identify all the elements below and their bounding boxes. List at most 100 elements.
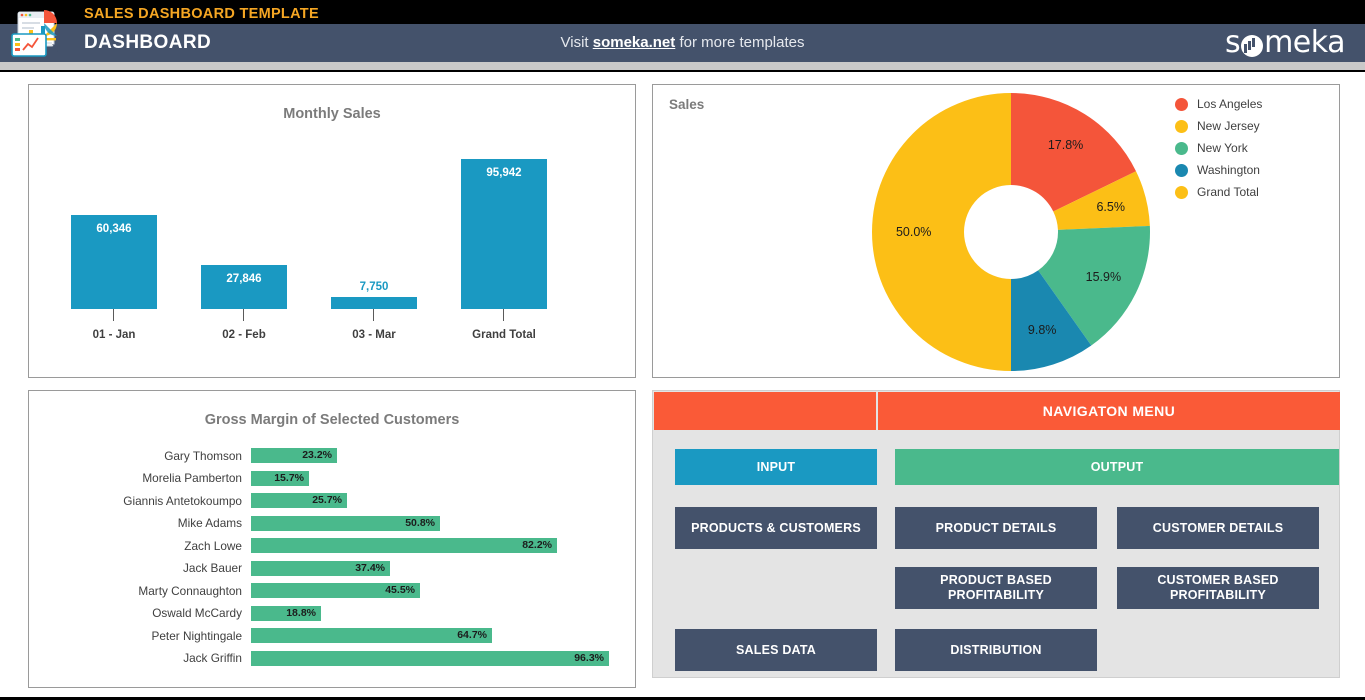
brand-text-left: s — [1224, 25, 1241, 60]
gross-margin-title: Gross Margin of Selected Customers — [204, 412, 460, 428]
legend-color-dot — [1175, 141, 1188, 155]
legend-item[interactable]: Los Angeles — [1175, 93, 1325, 115]
customer-name-label: Jack Griffin — [183, 651, 242, 665]
category-label: 03 - Mar — [352, 329, 396, 341]
sales-donut-card: Sales 17.8% 6.5% 15.9% 9.8% 50.0% Los Angele… — [652, 84, 1340, 378]
bar — [461, 159, 547, 309]
bar-row: Giannis Antetokoumpo 25.7% — [43, 492, 623, 509]
bar-value-label: 50.8% — [405, 516, 435, 529]
nav-button-distribution[interactable]: DISTRIBUTION — [895, 629, 1097, 671]
gross-margin-card: Gross Margin of Selected Customers Gary … — [28, 390, 636, 688]
nav-button-products-customers[interactable]: PRODUCTS & CUSTOMERS — [675, 507, 877, 549]
category-label: Grand Total — [472, 329, 536, 341]
customer-name-label: Giannis Antetokoumpo — [123, 493, 242, 508]
legend-color-dot — [1175, 163, 1188, 177]
bar-row: Gary Thomson 23.2% — [43, 447, 623, 464]
nav-button-product-details[interactable]: PRODUCT DETAILS — [895, 507, 1097, 549]
bar-row: Oswald McCardy 18.8% — [43, 605, 623, 622]
bar: 64.7% — [251, 628, 492, 643]
visit-suffix: for more templates — [675, 34, 805, 51]
bar: 23.2% — [251, 448, 337, 463]
customer-name-label: Oswald McCardy — [152, 606, 242, 620]
header-gray-band — [0, 62, 1365, 70]
someka-website-link[interactable]: someka.net — [593, 34, 676, 51]
monthly-sales-bar-chart: 60,346 01 - Jan 27,846 02 - Feb 7,750 03 - Ma… — [65, 137, 605, 347]
navigation-panel: NAVIGATON MENU INPUT OUTPUT PRODUCTS & CUS… — [652, 390, 1340, 678]
bar-row: Zach Lowe 82.2% — [43, 537, 623, 554]
legend-item[interactable]: New York — [1175, 137, 1325, 159]
nav-button-customer-details[interactable]: CUSTOMER DETAILS — [1117, 507, 1319, 549]
bar-value-label: 18.8% — [286, 606, 316, 619]
bar: 18.8% — [251, 605, 321, 621]
donut-percent-label: 17.8% — [1047, 137, 1084, 152]
legend-label: New York — [1197, 141, 1248, 155]
bar — [201, 265, 287, 309]
customer-name-label: Gary Thomson — [164, 448, 242, 463]
legend-label: Washington — [1197, 163, 1260, 177]
bar-value-label: 95,942 — [486, 167, 522, 179]
bar-value-label: 23.2% — [302, 449, 332, 461]
bar: 25.7% — [251, 493, 347, 508]
gross-margin-bar-chart: Gary Thomson 23.2% Morelia Pamberton 15.7% G… — [43, 447, 623, 675]
bar-value-label: 37.4% — [355, 561, 385, 574]
customer-name-label: Jack Bauer — [182, 561, 242, 575]
bar: 45.5% — [251, 583, 420, 598]
donut-percent-label: 15.9% — [1085, 270, 1122, 285]
nav-header-title: NAVIGATON MENU — [1042, 403, 1176, 419]
brand-o-chart-icon — [1241, 35, 1264, 57]
bar-value-label: 25.7% — [312, 494, 342, 506]
bar-row: Morelia Pamberton 15.7% — [43, 470, 623, 487]
bar-row: Peter Nightingale 64.7% — [43, 627, 623, 644]
legend-color-dot — [1175, 97, 1188, 111]
someka-app-logo-icon — [8, 4, 76, 60]
legend-color-dot — [1175, 119, 1188, 133]
customer-name-label: Morelia Pamberton — [142, 471, 242, 485]
bar-row: Jack Bauer 37.4% — [43, 560, 623, 577]
donut-percent-label: 50.0% — [895, 225, 932, 239]
nav-button-sales-data[interactable]: SALES DATA — [675, 629, 877, 671]
bar: 96.3% — [251, 650, 609, 666]
legend-color-dot — [1175, 185, 1188, 199]
bar: 82.2% — [251, 538, 557, 553]
bar-value-label: 45.5% — [385, 584, 415, 596]
template-title: SALES DASHBOARD TEMPLATE — [84, 6, 319, 22]
bar-row: Jack Griffin 96.3% — [43, 650, 623, 667]
bar-value-label: 64.7% — [457, 629, 487, 641]
legend-item[interactable]: Grand Total — [1175, 181, 1325, 203]
sales-donut-chart: 17.8% 6.5% 15.9% 9.8% 50.0% — [869, 90, 1153, 374]
nav-button-customer-based-profitability[interactable]: CUSTOMER BASED PROFITABILITY — [1117, 567, 1319, 609]
legend-item[interactable]: New Jersey — [1175, 115, 1325, 137]
bar-value-label: 15.7% — [274, 471, 304, 484]
customer-name-label: Marty Connaughton — [138, 583, 242, 598]
category-label: 02 - Feb — [222, 329, 266, 341]
bar-row: Marty Connaughton 45.5% — [43, 582, 623, 599]
bar: 15.7% — [251, 470, 309, 486]
nav-button-product-based-profitability[interactable]: PRODUCT BASED PROFITABILITY — [895, 567, 1097, 609]
axis-tick — [503, 309, 504, 321]
someka-brand-logo: s meka — [1224, 25, 1346, 60]
bar-value-label: 60,346 — [96, 223, 132, 235]
customer-name-label: Zach Lowe — [184, 538, 242, 553]
customer-name-label: Mike Adams — [177, 516, 242, 530]
bar-value-label: 27,846 — [226, 273, 262, 285]
bar-value-label: 82.2% — [522, 539, 552, 551]
bar-value-label: 96.3% — [574, 651, 604, 664]
visit-banner: Visit someka.net for more templates — [0, 31, 1365, 55]
bar-value-label: 7,750 — [359, 281, 389, 293]
dashboard-page: SALES DASHBOARD TEMPLATE DASHBOARD Visit… — [0, 0, 1365, 700]
axis-tick — [373, 309, 374, 321]
donut-slice[interactable] — [872, 93, 1011, 371]
nav-button-output[interactable]: OUTPUT — [895, 449, 1339, 485]
legend-item[interactable]: Washington — [1175, 159, 1325, 181]
axis-tick — [113, 309, 114, 321]
nav-header-left-block — [654, 392, 876, 430]
nav-header-title-block: NAVIGATON MENU — [878, 392, 1340, 430]
legend-label: Los Angeles — [1197, 97, 1263, 111]
legend-label: Grand Total — [1197, 185, 1259, 199]
donut-percent-label: 6.5% — [1096, 199, 1125, 214]
nav-button-input[interactable]: INPUT — [675, 449, 877, 485]
legend-label: New Jersey — [1197, 119, 1260, 133]
axis-tick — [243, 309, 244, 321]
brand-text-right: meka — [1264, 25, 1345, 60]
bar — [331, 297, 417, 309]
